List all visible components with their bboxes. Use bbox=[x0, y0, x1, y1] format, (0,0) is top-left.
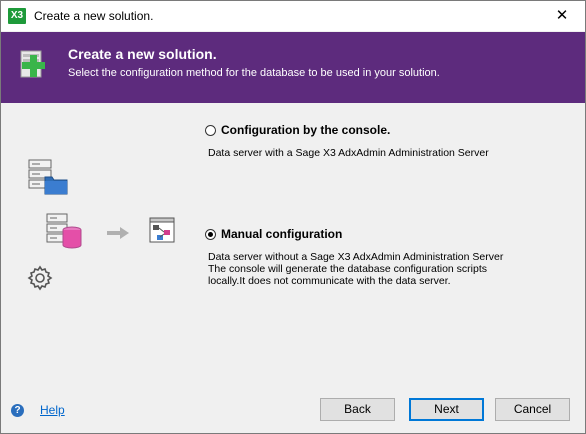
server-database-icon bbox=[46, 213, 82, 249]
gear-icon bbox=[27, 265, 53, 291]
option-manual-configuration[interactable]: Manual configuration bbox=[205, 227, 342, 241]
option-manual-description: Data server without a Sage X3 AdxAdmin A… bbox=[208, 251, 503, 287]
back-button[interactable]: Back bbox=[320, 398, 395, 421]
app-icon: X3 bbox=[8, 8, 26, 24]
radio-console-configuration[interactable] bbox=[205, 124, 216, 136]
arrow-right-icon bbox=[107, 227, 129, 239]
help-link[interactable]: Help bbox=[40, 403, 65, 417]
cancel-button[interactable]: Cancel bbox=[495, 398, 570, 421]
option-console-label: Configuration by the console. bbox=[221, 123, 391, 137]
configuration-diagram-icon bbox=[149, 217, 175, 243]
window-title: Create a new solution. bbox=[34, 9, 154, 23]
option-console-description-line: Data server with a Sage X3 AdxAdmin Admi… bbox=[208, 147, 489, 159]
wizard-window: X3 Create a new solution. ✕ Create a new… bbox=[0, 0, 586, 434]
help-icon[interactable]: ? bbox=[11, 404, 24, 417]
option-manual-description-line: locally.It does not communicate with the… bbox=[208, 275, 451, 287]
new-solution-icon bbox=[20, 50, 45, 78]
close-button[interactable]: ✕ bbox=[539, 1, 585, 31]
banner-title: Create a new solution. bbox=[68, 46, 217, 62]
header-banner: Create a new solution. Select the config… bbox=[1, 32, 585, 103]
option-console-description: Data server with a Sage X3 AdxAdmin Admi… bbox=[208, 147, 489, 159]
banner-subtitle: Select the configuration method for the … bbox=[68, 67, 440, 79]
title-bar: X3 Create a new solution. ✕ bbox=[1, 1, 585, 31]
radio-manual-configuration[interactable] bbox=[205, 228, 216, 240]
option-console-configuration[interactable]: Configuration by the console. bbox=[205, 123, 390, 137]
option-manual-description-line: Data server without a Sage X3 AdxAdmin A… bbox=[208, 251, 504, 263]
option-manual-description-line: The console will generate the database c… bbox=[208, 263, 487, 275]
next-button[interactable]: Next bbox=[409, 398, 484, 421]
option-manual-label: Manual configuration bbox=[221, 227, 343, 241]
server-folder-icon bbox=[28, 159, 68, 195]
